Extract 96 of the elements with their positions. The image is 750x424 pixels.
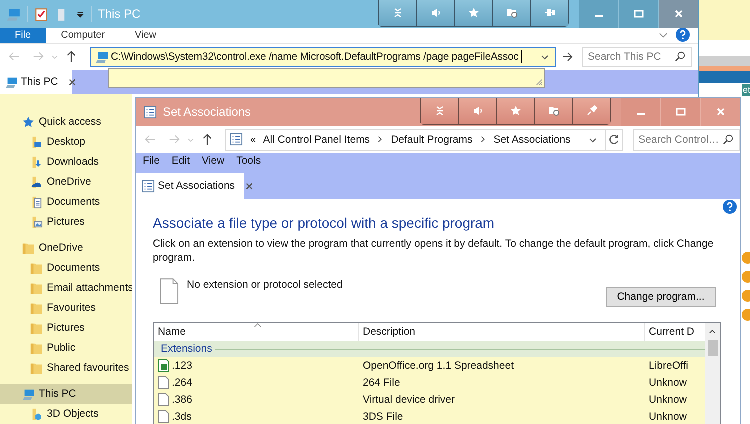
table-cell-text: Unknow	[648, 410, 688, 422]
heading: Associate a file type or protocol with a specific program	[153, 215, 496, 231]
close-icon[interactable]	[68, 78, 78, 86]
table-row[interactable]: .3ds 3DS File Unknow	[154, 408, 705, 424]
go-arrow-icon[interactable]	[562, 50, 574, 63]
close-icon[interactable]	[245, 182, 254, 190]
up-icon[interactable]	[201, 133, 214, 146]
computer-icon	[22, 388, 35, 400]
column-header[interactable]: Current D	[645, 323, 705, 341]
table-cell-text: Virtual device driver	[362, 394, 456, 406]
nav-item[interactable]: Favourites	[0, 298, 132, 318]
menu-item[interactable]: File	[143, 155, 160, 167]
cloud-folder-icon	[30, 176, 43, 188]
folder-clock-icon[interactable]	[535, 98, 573, 124]
spreadsheet-file-icon	[158, 358, 170, 372]
table-cell-text: 3DS File	[362, 410, 404, 422]
dropdown-icon[interactable]	[76, 10, 85, 18]
search-icon	[675, 51, 686, 62]
scroll-up-icon[interactable]	[708, 328, 717, 335]
file-icon	[160, 278, 179, 305]
file-icon	[158, 376, 170, 390]
window-title: Set Associations	[163, 105, 252, 119]
scroll-thumb[interactable]	[708, 340, 718, 356]
computer-icon	[95, 50, 109, 64]
maximize-icon[interactable]	[619, 0, 659, 28]
nav-item[interactable]: Pictures	[0, 212, 132, 232]
table-cell: .386	[172, 394, 192, 406]
nav-item[interactable]: This PC	[0, 384, 132, 404]
breadcrumb-item[interactable]: Default Programs	[391, 134, 473, 146]
breadcrumb-item[interactable]: All Control Panel Items	[263, 134, 370, 146]
nav-item[interactable]: Email attachments	[0, 278, 132, 298]
window-title: This PC	[98, 7, 141, 21]
nav-item[interactable]: OneDrive	[0, 238, 132, 258]
table-row[interactable]: .123 OpenOffice.org 1.1 Spreadsheet LibreOffi	[154, 357, 705, 374]
table-cell-text: Unknow	[648, 376, 688, 388]
nav-item[interactable]: Quick access	[0, 112, 132, 132]
table-cell: .3ds	[172, 410, 192, 422]
table-cell-text: OpenOffice.org 1.1 Spreadsheet	[362, 360, 515, 372]
nav-item[interactable]: Pictures	[0, 318, 132, 338]
chevron-right-icon[interactable]	[480, 135, 487, 144]
overflow-chevron[interactable]: «	[250, 134, 256, 146]
table-cell-text: LibreOffi	[648, 360, 690, 372]
nav-item[interactable]: Public	[0, 338, 132, 358]
table-row[interactable]: .264 264 File Unknow	[154, 374, 705, 391]
address-field[interactable]: C:\Windows\System32\control.exe /name Microsoft.DefaultPrograms /page pageFileAssoc	[90, 46, 556, 67]
checklist-icon[interactable]	[34, 6, 49, 22]
cube-folder-icon	[30, 408, 43, 420]
speaker-icon[interactable]	[417, 0, 455, 26]
search-icon	[723, 134, 734, 145]
nav-item[interactable]: Desktop	[0, 132, 132, 152]
nav-item[interactable]: 3D Objects	[0, 404, 132, 424]
help-icon[interactable]	[676, 28, 690, 42]
control-panel-icon	[142, 180, 155, 192]
help-icon[interactable]	[723, 200, 737, 214]
computer-icon	[5, 76, 18, 88]
file-icon	[158, 410, 170, 424]
table-cell: .123	[172, 360, 192, 372]
up-icon[interactable]	[65, 50, 78, 64]
chevron-right-icon[interactable]	[377, 135, 384, 144]
picture-folder-icon	[30, 216, 43, 228]
menu-item[interactable]: Tools	[236, 155, 262, 167]
ribbon-tab[interactable]: File	[0, 28, 46, 43]
control-panel-icon	[230, 133, 244, 146]
search-field[interactable]: Search This PC	[582, 46, 692, 67]
address-text: C:\Windows\System32\control.exe /name Microsoft.DefaultPrograms /page pageFileAssoc	[111, 50, 519, 63]
nav-item[interactable]: Shared favourites	[0, 358, 132, 378]
selection-text: No extension or protocol selected	[187, 279, 343, 291]
star-icon	[22, 116, 35, 128]
document-folder-icon	[30, 196, 43, 208]
nav-item[interactable]: Documents	[0, 258, 132, 278]
breadcrumb-item[interactable]: Set Associations	[494, 134, 571, 146]
speaker-icon[interactable]	[459, 98, 497, 124]
desktop-folder-icon	[30, 136, 43, 148]
breadcrumb-bar[interactable]: « All Control Panel Items Default Programs Set Associations	[225, 128, 623, 150]
control-panel-icon	[144, 106, 157, 118]
chevron-down-icon[interactable]	[659, 30, 668, 40]
nav-item[interactable]: Documents	[0, 192, 132, 212]
table-cell-text: Unknow	[648, 394, 688, 406]
group-label: Extensions	[161, 343, 212, 355]
nav-item[interactable]: OneDrive	[0, 172, 132, 192]
nav-item[interactable]: Downloads	[0, 152, 132, 172]
table-cell: .264	[172, 376, 192, 388]
collapse-icon[interactable]	[379, 0, 417, 26]
scrollbar[interactable]	[705, 323, 720, 424]
change-program-button[interactable]: Change program...	[606, 287, 716, 307]
collapse-icon[interactable]	[421, 98, 459, 124]
description-text: Click on an extension to view the program that currently opens it by default. To change the default program, click Change program.	[153, 237, 715, 265]
menu-item[interactable]: Edit	[172, 155, 190, 167]
search-field[interactable]: Search Control…	[632, 128, 740, 150]
table-cell-text: 264 File	[362, 376, 402, 388]
folder-clock-icon[interactable]	[493, 0, 531, 26]
resize-grip-icon[interactable]	[536, 79, 543, 86]
download-folder-icon	[30, 156, 43, 168]
table-row[interactable]: .386 Virtual device driver Unknow	[154, 391, 705, 408]
file-icon	[158, 392, 170, 406]
menu-item[interactable]: View	[202, 155, 225, 167]
